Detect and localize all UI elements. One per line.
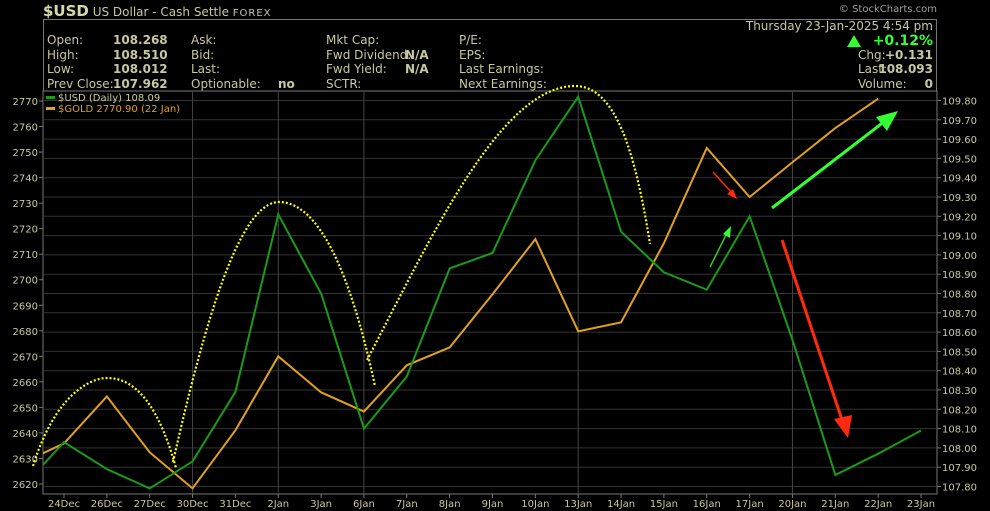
right-tick-label: 109.00 <box>942 251 977 262</box>
right-tick-label: 108.30 <box>942 386 977 397</box>
left-tick-label: 2670 <box>13 352 38 363</box>
x-tick-label: 31Dec <box>219 499 251 510</box>
usd-line <box>43 94 922 490</box>
annotation-arc <box>31 376 178 469</box>
x-tick-label: 15Jan <box>650 499 678 510</box>
right-axis: 107.80 107.90 108.00 108.10 108.20 108.30 108.… <box>937 97 977 494</box>
left-axis: 2620263026402650266026702680269027002710… <box>13 97 43 491</box>
right-tick-label: 108.00 <box>942 444 977 455</box>
left-tick-label: 2690 <box>13 301 38 312</box>
left-tick-label: 2680 <box>13 327 38 338</box>
x-tick-label: 20Jan <box>778 499 806 510</box>
x-tick-label: 24Dec <box>48 499 80 510</box>
right-tick-label: 107.90 <box>942 463 977 474</box>
x-tick-label: 22Jan <box>864 499 892 510</box>
right-tick-label: 107.80 <box>942 483 977 494</box>
right-tick-label: 108.60 <box>942 328 977 339</box>
right-tick-label: 109.50 <box>942 154 977 165</box>
right-tick-label: 109.80 <box>942 97 977 108</box>
left-tick-label: 2660 <box>13 378 38 389</box>
price-chart: 2620263026402650266026702680269027002710… <box>13 84 977 510</box>
x-tick-label: 2Jan <box>267 499 289 510</box>
x-tick-label: 3Jan <box>310 499 332 510</box>
left-tick-label: 2720 <box>13 225 38 236</box>
gridlines <box>43 91 937 494</box>
right-tick-label: 108.40 <box>942 367 977 378</box>
annotation-arc <box>366 84 652 361</box>
x-tick-label: 9Jan <box>482 499 504 510</box>
right-tick-label: 108.20 <box>942 405 977 416</box>
right-tick-label: 109.30 <box>942 193 977 204</box>
x-tick-label: 26Dec <box>91 499 123 510</box>
legend: $USD (Daily) 108.09 $GOLD 2770.90 (22 Ja… <box>46 93 180 115</box>
right-tick-label: 109.70 <box>942 116 977 127</box>
left-tick-label: 2700 <box>13 276 38 287</box>
left-tick-label: 2730 <box>13 199 38 210</box>
left-tick-label: 2620 <box>13 480 38 491</box>
x-tick-label: 6Jan <box>353 499 375 510</box>
left-tick-label: 2710 <box>13 250 38 261</box>
x-tick-label: 14Jan <box>607 499 635 510</box>
left-tick-label: 2770 <box>13 97 38 108</box>
small-down-arrow <box>712 171 733 194</box>
right-tick-label: 109.40 <box>942 174 977 185</box>
legend-usd: $USD (Daily) 108.09 <box>58 93 160 104</box>
right-tick-label: 109.10 <box>942 232 977 243</box>
x-tick-label: 17Jan <box>736 499 764 510</box>
plot-frame <box>42 90 938 495</box>
legend-swatch-gold <box>46 107 55 110</box>
left-tick-label: 2760 <box>13 123 38 134</box>
right-tick-label: 108.50 <box>942 347 977 358</box>
arrow-head-icon <box>876 111 898 131</box>
x-tick-label: 30Dec <box>177 499 209 510</box>
x-tick-label: 7Jan <box>396 499 418 510</box>
right-tick-label: 109.60 <box>942 135 977 146</box>
left-tick-label: 2750 <box>13 148 38 159</box>
right-tick-label: 108.10 <box>942 425 977 436</box>
x-tick-label: 27Dec <box>134 499 166 510</box>
annotation-arcs <box>31 84 652 469</box>
x-axis: 24Dec 26Dec 27Dec 30Dec 31Dec 2Jan 3Jan 6Jan 7Ja… <box>48 494 935 510</box>
left-tick-label: 2740 <box>13 174 38 185</box>
left-tick-label: 2650 <box>13 403 38 414</box>
right-tick-label: 108.90 <box>942 270 977 281</box>
x-tick-label: 13Jan <box>564 499 592 510</box>
legend-swatch-usd <box>46 96 55 99</box>
x-tick-label: 21Jan <box>821 499 849 510</box>
right-tick-label: 108.70 <box>942 309 977 320</box>
arrow-head-icon <box>834 415 852 438</box>
x-tick-label: 10Jan <box>521 499 549 510</box>
arrow-head-icon <box>723 226 731 238</box>
big-down-arrow <box>780 239 845 424</box>
left-tick-label: 2640 <box>13 429 38 440</box>
right-tick-label: 108.80 <box>942 290 977 301</box>
x-tick-label: 23Jan <box>907 499 935 510</box>
right-tick-label: 109.20 <box>942 212 977 223</box>
x-tick-label: 16Jan <box>693 499 721 510</box>
series-lines <box>43 94 922 490</box>
x-tick-label: 8Jan <box>439 499 461 510</box>
small-up-arrow <box>709 232 728 268</box>
legend-gold: $GOLD 2770.90 (22 Jan) <box>58 104 180 115</box>
